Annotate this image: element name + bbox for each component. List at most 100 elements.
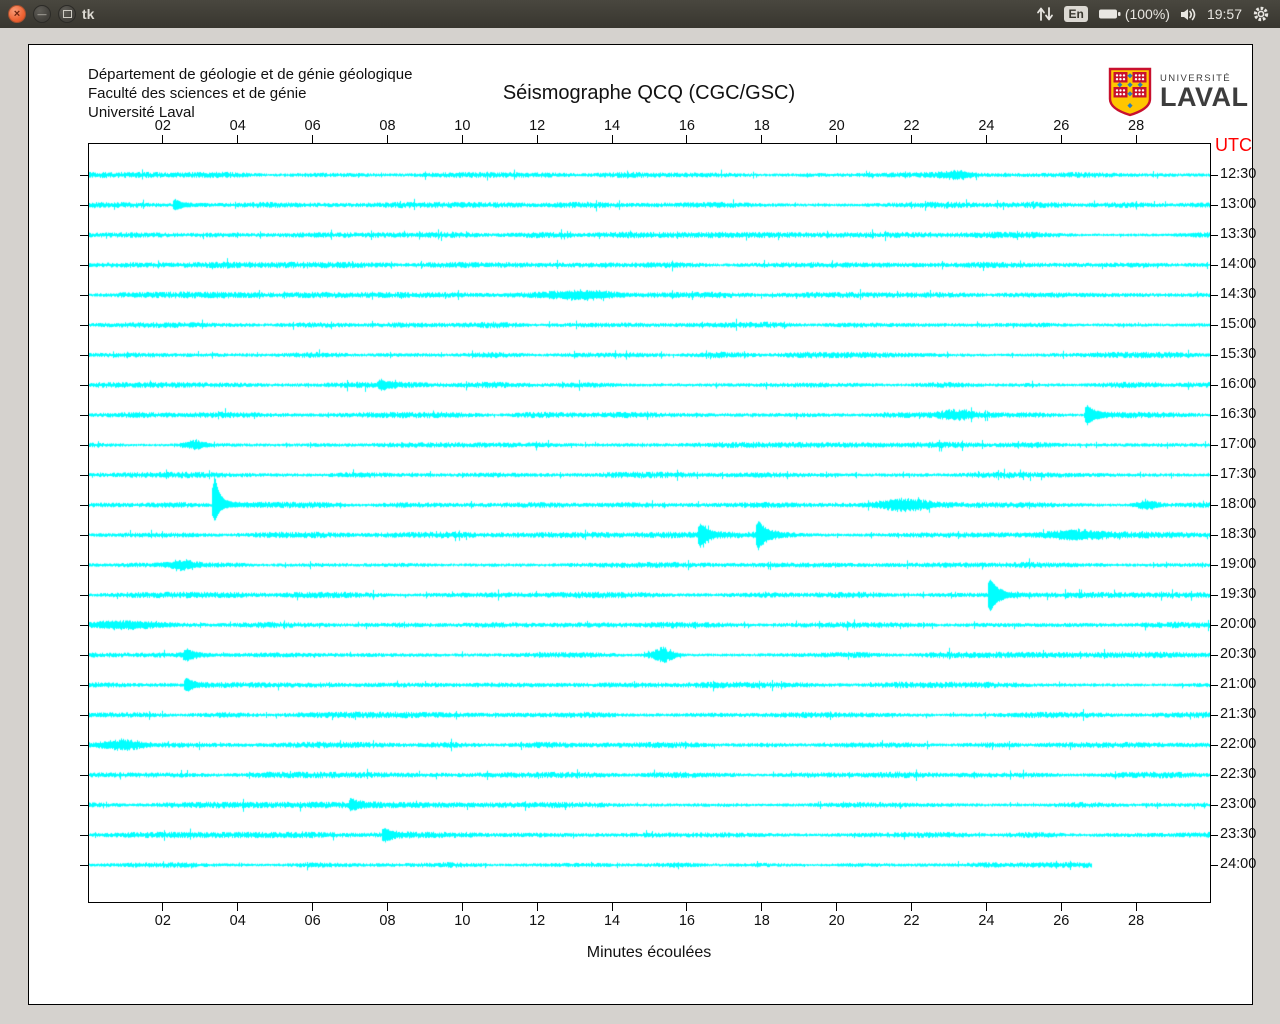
top-panel: × — tk En (100%) 19:57 [0, 0, 1280, 28]
x-tick-bottom [461, 903, 463, 911]
trace-time-label: 24:00 [1220, 856, 1257, 872]
trace-tick-left [80, 294, 88, 296]
x-tick-bottom [1060, 903, 1062, 911]
keyboard-indicator[interactable]: En [1064, 6, 1088, 22]
x-tick-label-bottom: 18 [753, 913, 770, 929]
trace-tick-right [1211, 564, 1218, 566]
x-tick-bottom [686, 903, 688, 911]
trace-tick-left [80, 204, 88, 206]
logo-line-laval: LAVAL [1160, 82, 1249, 112]
x-tick-bottom [312, 903, 314, 911]
indicator-tray: En (100%) 19:57 [1036, 0, 1280, 28]
trace-tick-left [80, 234, 88, 236]
trace-tick-left [80, 354, 88, 356]
trace-time-label: 14:30 [1220, 286, 1257, 302]
laval-shield-icon [1108, 67, 1152, 117]
trace-tick-right [1211, 534, 1218, 536]
network-indicator[interactable] [1036, 6, 1054, 22]
x-tick-label-top: 24 [978, 118, 995, 134]
x-tick-bottom [237, 903, 239, 911]
x-tick-label-top: 16 [678, 118, 695, 134]
battery-percentage: (100%) [1124, 6, 1170, 22]
trace-tick-left [80, 714, 88, 716]
session-gear-icon [1253, 6, 1269, 22]
trace-tick-left [80, 594, 88, 596]
trace-tick-left [80, 324, 88, 326]
trace-time-label: 21:00 [1220, 676, 1257, 692]
trace-time-label: 15:00 [1220, 316, 1257, 332]
x-tick-bottom [386, 903, 388, 911]
trace-time-label: 18:30 [1220, 526, 1257, 542]
trace-tick-right [1211, 864, 1218, 866]
trace-tick-right [1211, 354, 1218, 356]
x-tick-label-bottom: 04 [229, 913, 246, 929]
x-tick-top [836, 135, 838, 143]
tk-window: Département de géologie et de génie géol… [28, 44, 1257, 1005]
trace-time-label: 21:30 [1220, 706, 1257, 722]
address-line-1: Département de géologie et de génie géol… [88, 66, 413, 83]
trace-time-label: 13:00 [1220, 196, 1257, 212]
x-tick-top [985, 135, 987, 143]
laval-logo: UNIVERSITÉ LAVAL [1107, 67, 1248, 117]
x-tick-label-top: 22 [903, 118, 920, 134]
maximize-button[interactable] [58, 5, 76, 23]
x-tick-top [312, 135, 314, 143]
trace-time-label: 22:00 [1220, 736, 1257, 752]
minimize-icon: — [37, 8, 47, 19]
trace-time-label: 17:30 [1220, 466, 1257, 482]
x-tick-bottom [611, 903, 613, 911]
trace-tick-right [1211, 804, 1218, 806]
trace-tick-right [1211, 384, 1218, 386]
battery-icon [1098, 9, 1121, 19]
x-tick-bottom [836, 903, 838, 911]
trace-tick-right [1211, 234, 1218, 236]
x-tick-top [911, 135, 913, 143]
x-tick-label-bottom: 16 [678, 913, 695, 929]
trace-time-label: 16:00 [1220, 376, 1257, 392]
x-tick-label-bottom: 26 [1053, 913, 1070, 929]
trace-time-label: 12:30 [1220, 166, 1257, 182]
trace-tick-right [1211, 294, 1218, 296]
x-tick-label-bottom: 14 [603, 913, 621, 929]
trace-tick-right [1211, 714, 1218, 716]
trace-tick-right [1211, 174, 1218, 176]
close-button[interactable]: × [8, 5, 26, 23]
x-tick-bottom [536, 903, 538, 911]
x-tick-label-bottom: 10 [454, 913, 471, 929]
x-tick-bottom [911, 903, 913, 911]
clock-indicator[interactable]: 19:57 [1207, 6, 1242, 22]
trace-time-label: 23:30 [1220, 826, 1257, 842]
trace-time-label: 14:00 [1220, 256, 1257, 272]
x-tick-label-top: 20 [828, 118, 845, 134]
trace-tick-right [1211, 204, 1218, 206]
x-tick-label-top: 28 [1128, 118, 1145, 134]
x-tick-label-top: 18 [753, 118, 770, 134]
institution-address: Département de géologie et de génie géol… [88, 65, 412, 122]
trace-tick-left [80, 774, 88, 776]
x-tick-top [386, 135, 388, 143]
trace-time-label: 20:30 [1220, 646, 1257, 662]
address-line-3: Université Laval [88, 104, 195, 121]
x-tick-bottom [1135, 903, 1137, 911]
seismogram-canvas [89, 144, 1210, 902]
x-tick-label-bottom: 06 [304, 913, 321, 929]
trace-time-label: 13:30 [1220, 226, 1257, 242]
trace-tick-right [1211, 474, 1218, 476]
window-title: tk [82, 6, 95, 22]
x-tick-label-top: 10 [454, 118, 471, 134]
session-menu[interactable] [1252, 5, 1270, 23]
trace-tick-left [80, 264, 88, 266]
x-tick-top [1060, 135, 1062, 143]
trace-time-label: 23:00 [1220, 796, 1257, 812]
x-tick-top [461, 135, 463, 143]
trace-tick-left [80, 864, 88, 866]
minimize-button[interactable]: — [33, 5, 51, 23]
volume-icon [1180, 8, 1196, 20]
trace-tick-left [80, 174, 88, 176]
volume-indicator[interactable] [1180, 7, 1197, 22]
battery-indicator[interactable]: (100%) [1098, 6, 1170, 22]
utc-label: UTC [1215, 135, 1252, 155]
x-tick-bottom [985, 903, 987, 911]
x-tick-top [686, 135, 688, 143]
trace-tick-right [1211, 324, 1218, 326]
